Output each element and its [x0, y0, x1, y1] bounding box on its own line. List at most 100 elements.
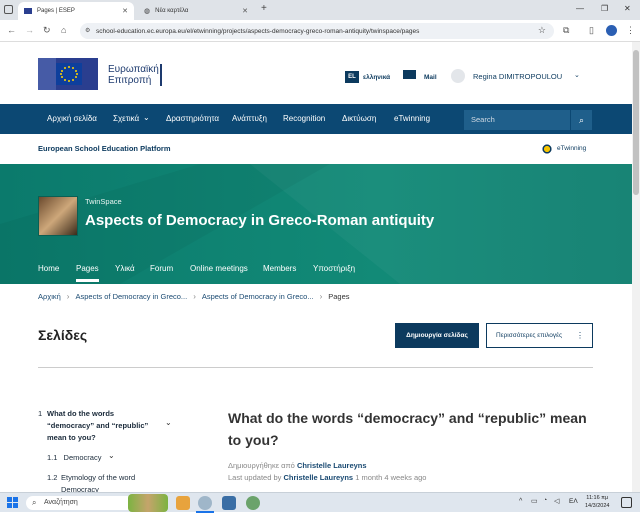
sidebar-icon[interactable]: ▯: [589, 25, 594, 36]
tab-online-meetings[interactable]: Online meetings: [190, 264, 248, 273]
minimize-icon[interactable]: —: [576, 4, 584, 13]
more-options-button[interactable]: Περισσότερες επιλογές ⋮: [486, 323, 593, 348]
platform-title[interactable]: European School Education Platform: [38, 144, 171, 153]
taskbar-search-placeholder: Αναζήτηση: [44, 499, 78, 506]
nav-home[interactable]: Αρχική σελίδα: [47, 114, 97, 123]
active-tab-indicator: [76, 279, 99, 282]
globe-icon: ◍: [144, 8, 151, 15]
extensions-icon[interactable]: ⧉: [563, 25, 569, 36]
mail-icon[interactable]: [403, 70, 416, 79]
logo-divider: [160, 64, 162, 86]
forward-icon[interactable]: →: [25, 25, 34, 35]
wifi-icon[interactable]: ◔: [543, 497, 547, 504]
clock[interactable]: 11:16 πμ 14/3/2024: [585, 494, 609, 510]
page-title: Σελίδες: [38, 327, 88, 343]
tab-forum[interactable]: Forum: [150, 264, 173, 273]
chevron-down-icon[interactable]: ⌄: [165, 418, 172, 427]
nav-about[interactable]: Σχετικά: [113, 114, 139, 123]
volume-icon[interactable]: ◁: [554, 497, 559, 505]
tab-support[interactable]: Υποστήριξη: [313, 264, 355, 273]
search-icon: ⌕: [578, 115, 585, 125]
breadcrumb-project[interactable]: Aspects of Democracy in Greco...: [75, 292, 187, 301]
mail-link[interactable]: Mail: [424, 74, 437, 81]
new-tab-button[interactable]: +: [261, 3, 267, 14]
search-highlight-image: [128, 494, 168, 512]
toc-item-1-2[interactable]: 1.2: [47, 472, 57, 484]
esep-favicon-icon: [24, 8, 32, 14]
chevron-down-icon[interactable]: ⌄: [574, 71, 580, 79]
toc-item-1-label[interactable]: What do the words “democracy” and “repub…: [47, 408, 148, 444]
back-icon[interactable]: ←: [7, 25, 16, 35]
platform-bar: European School Education Platform eTwin…: [0, 134, 632, 164]
updated-when: 1 month 4 weeks ago: [355, 473, 427, 482]
battery-icon[interactable]: ▭: [531, 497, 538, 505]
toc-label: Democracy: [63, 453, 102, 462]
nav-recognition[interactable]: Recognition: [283, 114, 325, 123]
breadcrumb-home[interactable]: Αρχική: [38, 292, 61, 301]
create-page-button[interactable]: Δημιουργία σελίδας: [395, 323, 479, 348]
notifications-icon[interactable]: [621, 497, 632, 508]
address-bar[interactable]: ⚙ school-education.ec.europa.eu/el/etwin…: [80, 23, 554, 39]
tab-title: Νέα καρτέλα: [155, 8, 189, 14]
chrome-icon[interactable]: [198, 496, 212, 510]
breadcrumb-twinspace[interactable]: Aspects of Democracy in Greco...: [202, 292, 314, 301]
tab-actions-icon[interactable]: [4, 5, 13, 14]
nav-development[interactable]: Ανάπτυξη: [232, 114, 267, 123]
input-language[interactable]: ΕΛ: [569, 498, 578, 505]
user-name[interactable]: Regina DIMITROPOULOU: [473, 72, 562, 81]
close-tab-icon[interactable]: ✕: [122, 7, 128, 15]
created-by-link[interactable]: Christelle Laureyns: [297, 461, 367, 470]
toc-number: 1.1: [47, 453, 58, 462]
tab-materials[interactable]: Υλικά: [115, 264, 135, 273]
chevron-right-icon: ›: [193, 292, 196, 301]
chevron-down-icon[interactable]: ⌄: [108, 451, 115, 460]
browser-menu-icon[interactable]: ⋮: [626, 25, 635, 36]
twinspace-kicker: TwinSpace: [85, 197, 122, 206]
logo-line-2: Επιτροπή: [108, 75, 152, 86]
toc-number: 1.2: [47, 473, 58, 482]
scrollbar-thumb[interactable]: [633, 50, 639, 195]
chevron-up-icon[interactable]: ^: [519, 498, 522, 505]
nav-activity[interactable]: Δραστηριότητα: [166, 114, 219, 123]
home-icon[interactable]: ⌂: [61, 25, 66, 35]
reload-icon[interactable]: ↻: [43, 25, 51, 36]
close-tab-icon[interactable]: ✕: [242, 7, 248, 15]
project-thumbnail: [38, 196, 78, 236]
tab-members[interactable]: Members: [263, 264, 296, 273]
tab-pages-esep[interactable]: Pages | ESEP ✕: [18, 2, 134, 20]
article-updated-meta: Last updated by Christelle Laureyns 1 mo…: [228, 473, 426, 482]
language-selector[interactable]: ελληνικά: [363, 74, 390, 81]
chevron-down-icon[interactable]: ⌄: [143, 113, 150, 122]
tab-pages[interactable]: Pages: [76, 264, 99, 273]
tab-title: Pages | ESEP: [37, 8, 75, 14]
section-divider: [38, 367, 593, 368]
project-title: Aspects of Democracy in Greco-Roman anti…: [85, 212, 435, 229]
tab-home[interactable]: Home: [38, 264, 59, 273]
site-search-input[interactable]: Search: [464, 110, 570, 130]
updated-prefix: Last updated by: [228, 473, 282, 482]
toc-item-1[interactable]: 1: [38, 408, 42, 420]
updated-by-link[interactable]: Christelle Laureyns: [283, 473, 353, 482]
toc-item-1-1[interactable]: 1.1 Democracy: [47, 452, 101, 464]
breadcrumb-current: Pages: [328, 292, 350, 301]
european-commission-logo[interactable]: [38, 58, 98, 90]
site-info-icon[interactable]: ⚙: [85, 27, 90, 34]
tab-new-tab[interactable]: ◍ Νέα καρτέλα ✕: [138, 2, 254, 20]
profile-avatar-icon[interactable]: [606, 25, 617, 36]
file-explorer-icon[interactable]: [176, 496, 190, 510]
language-icon[interactable]: EL: [345, 71, 359, 83]
search-button[interactable]: ⌕: [570, 110, 592, 130]
bookmark-star-icon[interactable]: ☆: [538, 25, 546, 36]
maximize-icon[interactable]: ❐: [601, 4, 608, 13]
etwinning-logo-text[interactable]: eTwinning: [557, 145, 586, 152]
nav-etwinning[interactable]: eTwinning: [394, 114, 430, 123]
user-avatar[interactable]: [451, 69, 465, 83]
close-window-icon[interactable]: ✕: [624, 4, 631, 13]
mail-app-icon[interactable]: [222, 496, 236, 510]
site-header: Ευρωπαϊκή Επιτροπή EL ελληνικά Mail Regi…: [0, 42, 632, 104]
edge-icon[interactable]: [246, 496, 260, 510]
nav-networking[interactable]: Δικτύωση: [342, 114, 376, 123]
breadcrumb: Αρχική › Aspects of Democracy in Greco..…: [38, 292, 350, 301]
article-created-meta: Δημιουργήθηκε από Christelle Laureyns: [228, 461, 367, 470]
windows-start-icon[interactable]: [7, 497, 18, 508]
